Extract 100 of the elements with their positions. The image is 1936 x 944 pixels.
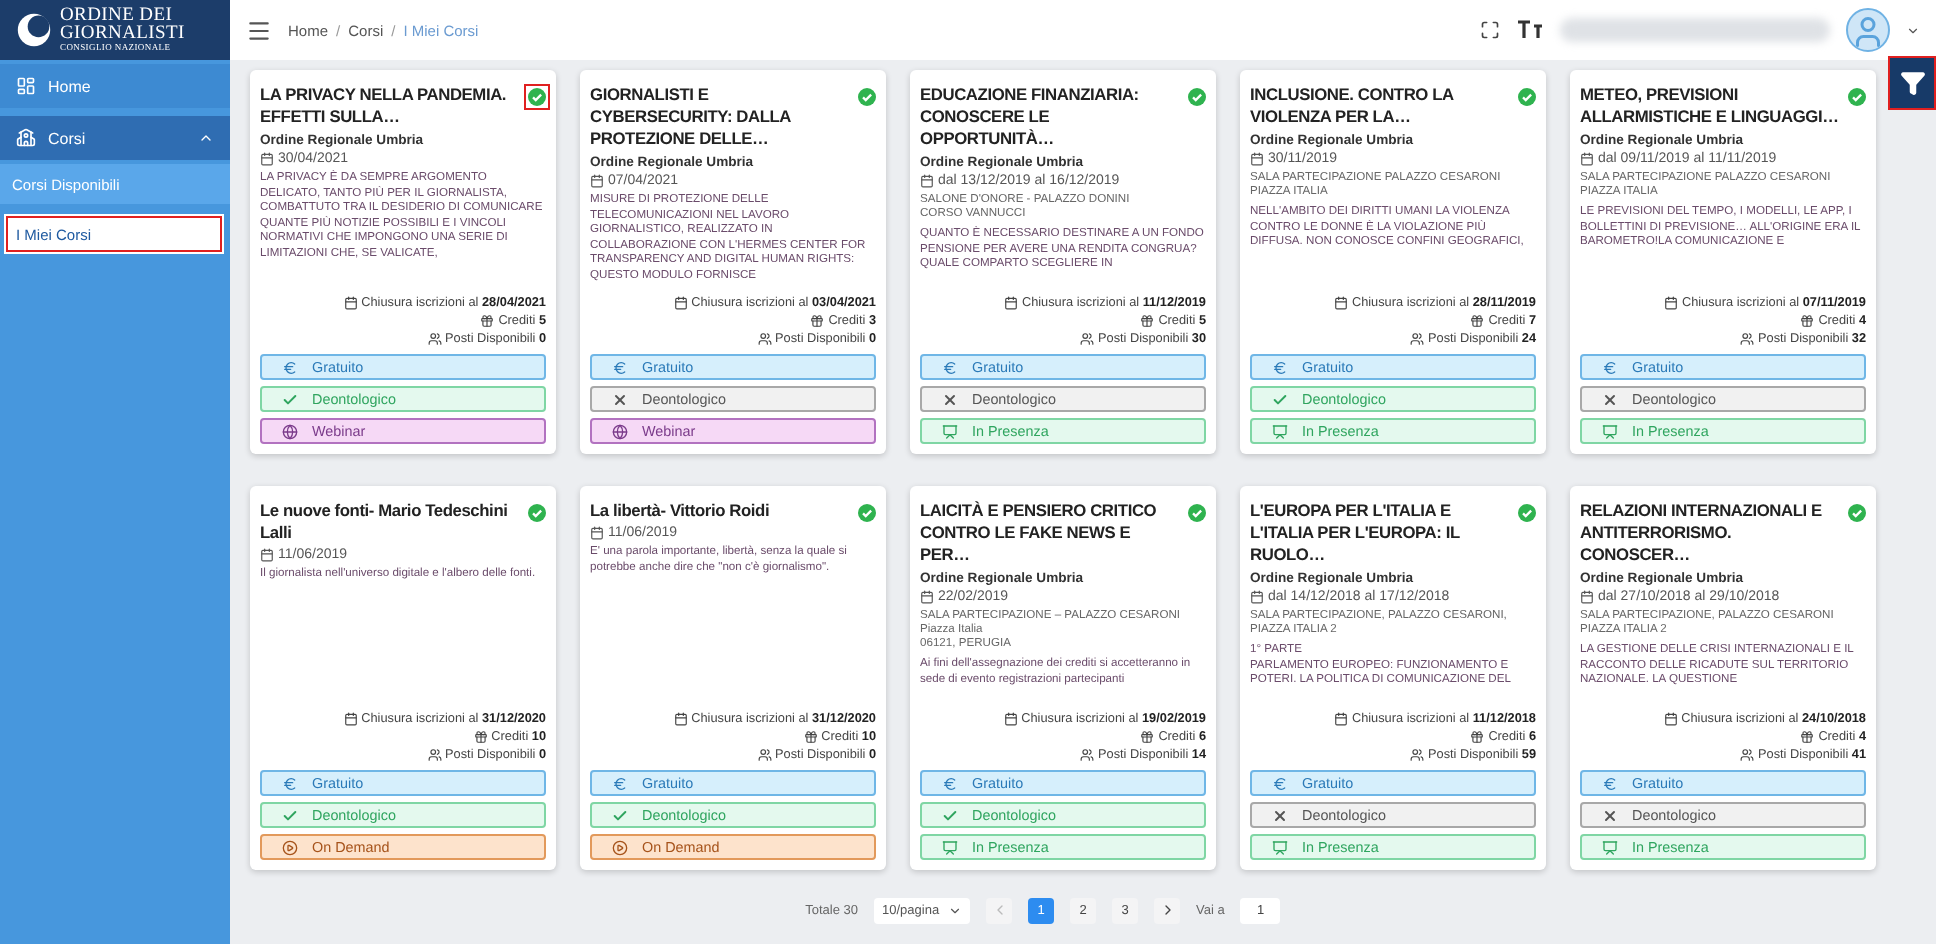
presentation-icon [1602, 839, 1618, 855]
course-card[interactable] [910, 486, 1216, 870]
nav-item[interactable]: Home [0, 64, 230, 108]
course-title: INCLUSIONE. CONTRO LA VIOLENZA PER LA… [1250, 84, 1456, 128]
check-icon [1272, 391, 1288, 407]
x-icon [1602, 807, 1618, 823]
calendar-icon [920, 590, 934, 604]
gift-icon [1800, 730, 1815, 744]
course-card[interactable] [1570, 486, 1876, 870]
dashboard-icon [16, 76, 36, 96]
check-icon [942, 807, 958, 823]
course-title: GIORNALISTI E CYBERSECURITY: DALLA PROTEZIONE DELLE… [590, 84, 793, 150]
gift-icon [480, 314, 495, 328]
course-card[interactable] [250, 70, 556, 454]
x-icon [1602, 391, 1618, 407]
gift-icon [473, 730, 488, 744]
calendar-icon [1333, 712, 1348, 726]
calendar-icon [590, 526, 604, 540]
calendar-icon [1333, 296, 1348, 310]
gift-icon [1140, 314, 1155, 328]
gift-icon [1140, 730, 1155, 744]
gift-icon [1800, 314, 1815, 328]
calendar-icon [1003, 712, 1018, 726]
fullscreen-icon[interactable] [1480, 20, 1500, 40]
euro-icon [612, 775, 628, 791]
gift-icon [1470, 314, 1485, 328]
users-icon [427, 332, 442, 346]
calendar-icon [1250, 152, 1264, 166]
course-card[interactable] [580, 486, 886, 870]
presentation-icon [1602, 423, 1618, 439]
caret-icon[interactable] [1906, 23, 1920, 37]
gift-icon [803, 730, 818, 744]
euro-icon [1272, 359, 1288, 375]
x-icon [612, 391, 628, 407]
users-icon [1740, 332, 1754, 346]
course-card[interactable] [1570, 70, 1876, 454]
calendar-icon [1003, 296, 1018, 310]
play-icon [612, 839, 628, 855]
course-card[interactable] [1240, 486, 1546, 870]
course-card[interactable] [910, 70, 1216, 454]
user-icon [1850, 14, 1886, 50]
course-title: RELAZIONI INTERNAZIONALI E ANTITERRORISMO. CONOSCER… [1580, 500, 1824, 566]
users-icon [1080, 332, 1094, 346]
users-icon [757, 332, 772, 346]
users-icon [1080, 748, 1094, 762]
euro-icon [282, 359, 298, 375]
avatar[interactable] [1846, 8, 1890, 52]
presentation-icon [1272, 423, 1288, 439]
users-icon [1740, 748, 1754, 762]
course-title: METEO, PREVISIONI ALLARMISTICHE E LINGUAGGI… [1580, 84, 1841, 128]
course-title: La libertà- Vittorio Roidi [590, 500, 772, 522]
course-title: LAICITÀ E PENSIERO CRITICO CONTRO LE FAKE NEWS E PER… [920, 500, 1159, 566]
check-icon [282, 391, 298, 407]
course-title: L'EUROPA PER L'ITALIA E L'ITALIA PER L'EUROPA: IL RUOLO… [1250, 500, 1462, 566]
globe-icon [612, 423, 628, 439]
calendar-icon [1580, 152, 1594, 166]
calendar-icon [590, 174, 604, 188]
course-card[interactable] [1240, 70, 1546, 454]
users-icon [1410, 332, 1424, 346]
gift-icon [810, 314, 825, 328]
check-icon [282, 807, 298, 823]
chevron-down-icon [948, 903, 963, 917]
users-icon [757, 748, 772, 762]
presentation-icon [942, 423, 958, 439]
filter-button[interactable] [1888, 56, 1936, 110]
globe-icon [282, 423, 298, 439]
course-title: Le nuove fonti- Mario Tedeschini Lalli [260, 500, 510, 544]
nav-item[interactable]: Corsi [0, 116, 230, 160]
users-icon [427, 748, 442, 762]
logo-icon [16, 12, 52, 48]
euro-icon [942, 359, 958, 375]
euro-icon [1272, 775, 1288, 791]
calendar-icon [673, 296, 688, 310]
calendar-icon [1250, 590, 1264, 604]
presentation-icon [942, 839, 958, 855]
gift-icon [1470, 730, 1485, 744]
euro-icon [1602, 359, 1618, 375]
chevron-up-icon [198, 130, 214, 146]
course-card[interactable] [250, 486, 556, 870]
calendar-icon [1580, 590, 1594, 604]
calendar-icon [260, 152, 274, 166]
euro-icon [612, 359, 628, 375]
check-icon [612, 807, 628, 823]
euro-icon [1602, 775, 1618, 791]
presentation-icon [1272, 839, 1288, 855]
course-title: LA PRIVACY NELLA PANDEMIA. EFFETTI SULLA… [260, 84, 509, 128]
course-card[interactable] [580, 70, 886, 454]
play-icon [282, 839, 298, 855]
menu-icon[interactable] [246, 17, 272, 43]
school-icon [16, 128, 36, 148]
euro-icon [282, 775, 298, 791]
x-icon [942, 391, 958, 407]
calendar-icon [1663, 296, 1678, 310]
calendar-icon [920, 174, 934, 188]
course-title: EDUCAZIONE FINANZIARIA: CONOSCERE LE OPPORTUNITÀ… [920, 84, 1141, 150]
text-size-icon[interactable] [1516, 20, 1544, 40]
euro-icon [942, 775, 958, 791]
calendar-icon [343, 712, 358, 726]
calendar-icon [260, 548, 274, 562]
x-icon [1272, 807, 1288, 823]
